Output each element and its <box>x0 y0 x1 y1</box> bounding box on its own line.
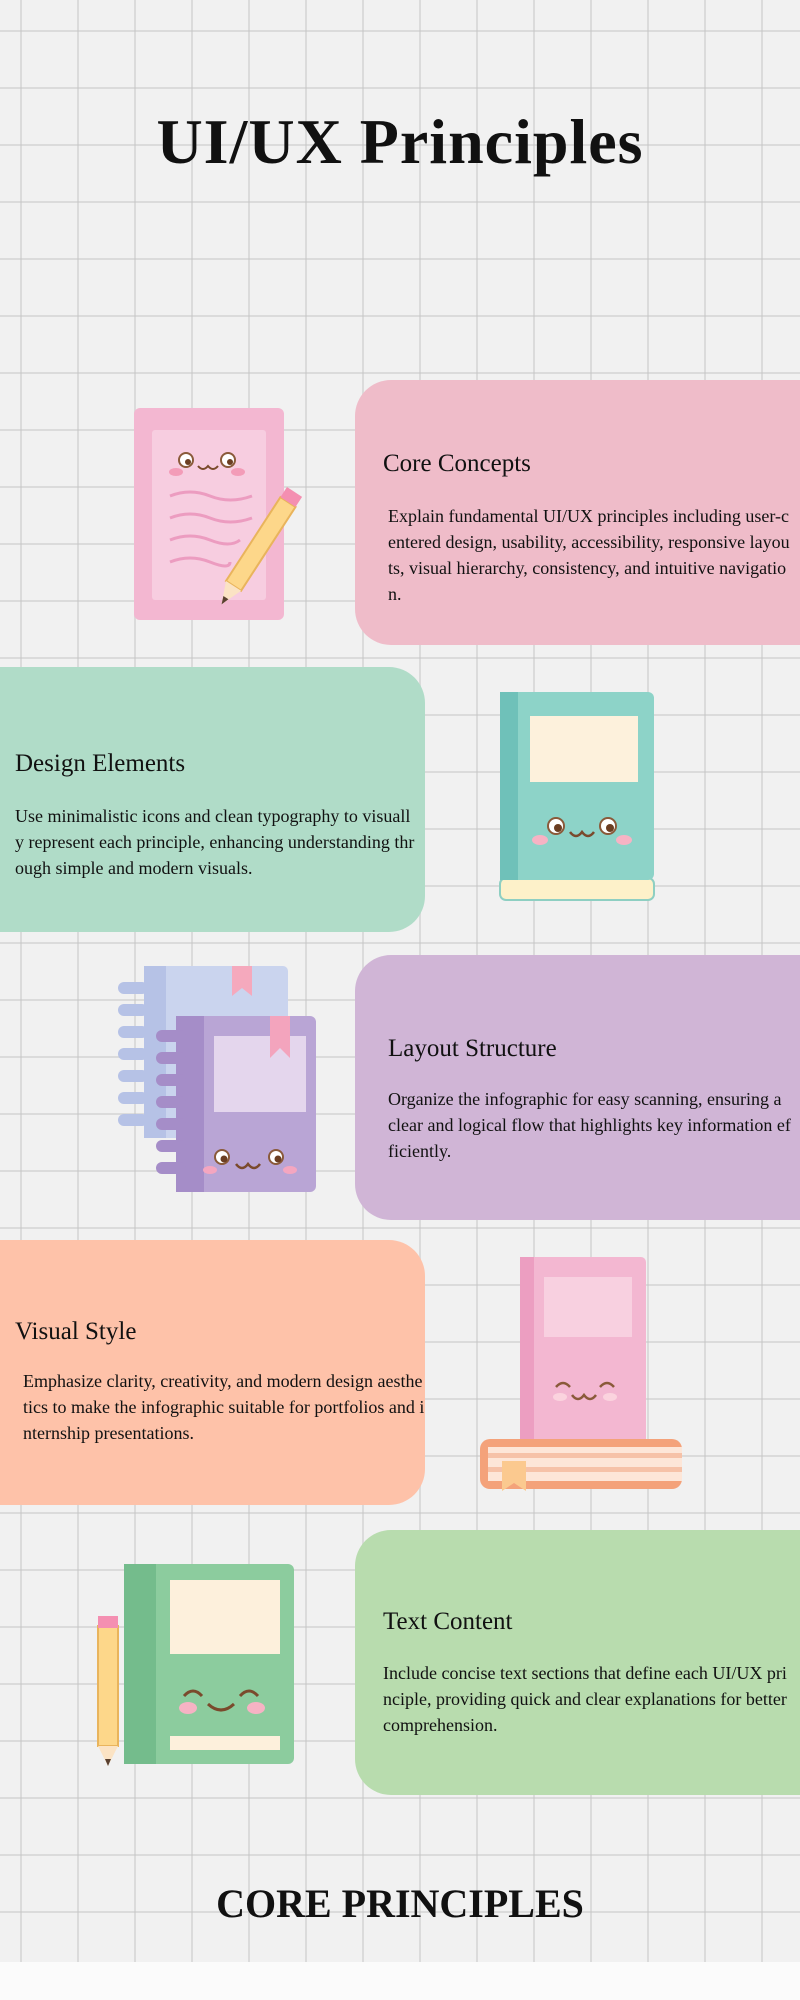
book-stack-icon <box>480 1257 682 1491</box>
bottom-strip <box>0 1962 800 2000</box>
card-design-elements: Design Elements Use minimalistic icons a… <box>0 667 425 932</box>
card-heading: Core Concepts <box>383 450 531 477</box>
card-heading: Layout Structure <box>388 1035 557 1062</box>
teal-book-icon <box>499 692 655 901</box>
card-text-content: Text Content Include concise text sectio… <box>355 1530 800 1795</box>
card-text: Use minimalistic icons and clean typogra… <box>15 806 415 878</box>
card-heading: Design Elements <box>15 750 186 777</box>
page-title: UI/UX Principles <box>156 106 644 177</box>
notepad-pencil-icon <box>134 408 303 620</box>
card-heading: Visual Style <box>15 1318 137 1345</box>
card-core-concepts: Core Concepts Explain fundamental UI/UX … <box>355 380 800 645</box>
card-text: Organize the infographic for easy scanni… <box>388 1089 791 1161</box>
green-book-pencil-icon <box>97 1564 294 1766</box>
card-text: Explain fundamental UI/UX principles inc… <box>388 506 790 604</box>
card-text: Emphasize clarity, creativity, and moder… <box>23 1371 425 1443</box>
footer-heading: CORE PRINCIPLES <box>216 1881 584 1926</box>
card-heading: Text Content <box>383 1608 513 1635</box>
card-layout-structure: Layout Structure Organize the infographi… <box>355 955 800 1220</box>
spiral-notebooks-icon <box>118 966 316 1192</box>
card-visual-style: Visual Style Emphasize clarity, creativi… <box>0 1240 425 1505</box>
card-text: Include concise text sections that defin… <box>383 1663 787 1735</box>
